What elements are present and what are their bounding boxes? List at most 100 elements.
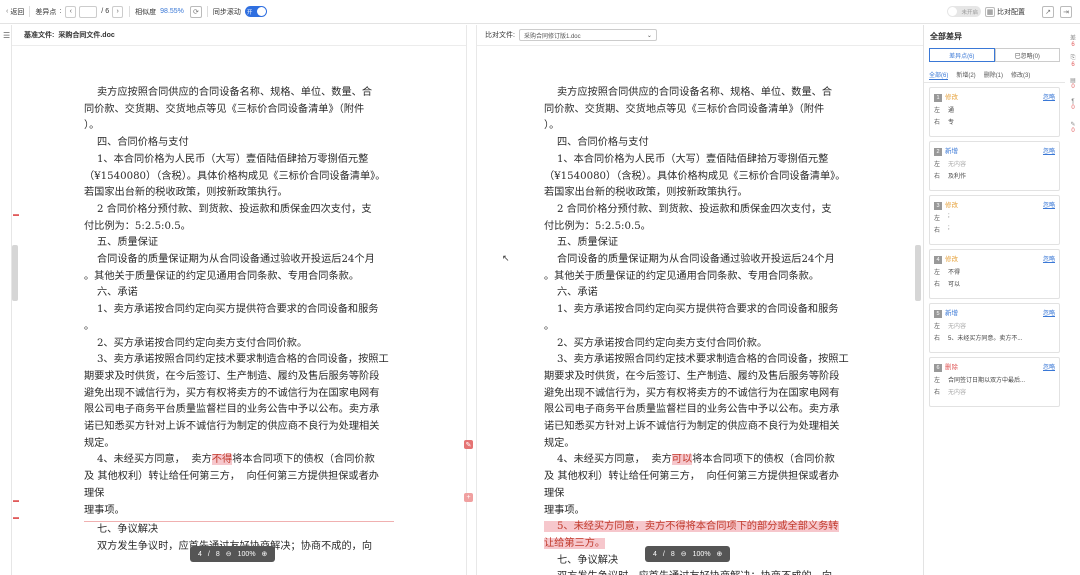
filter-added[interactable]: 新增(2) [956,70,975,80]
diff-number: 6 [934,364,942,372]
compare-file-select[interactable]: 采购合同修订版1.doc ⌄ [518,29,657,41]
diff-card[interactable]: 1 修改 忽略左通右专 [929,87,1060,137]
doc-line: 及 其他权利）转让给任何第三方， 向任何第三方提供担保或者办 [544,471,839,483]
doc-line: 理保 [544,487,565,499]
mouse-cursor-icon: ↖ [502,253,510,263]
menu-icon[interactable]: ☰ [3,31,10,40]
diff-right-row: 右 无内容 [934,387,1055,396]
rail-item[interactable]: ✎ 0 [1068,121,1078,134]
filter-deleted[interactable]: 删除(1) [984,70,1003,80]
diff-right-row: 右专 [934,117,1055,126]
filter-modified[interactable]: 修改(3) [1011,70,1030,80]
doc-line: 。其他关于质量保证的约定见通用合同条款、专用合同条款。 [84,270,360,282]
diff-marker: ▬ [13,515,19,521]
diff-card[interactable]: 6 删除 忽略左 合同签订日期以双方中最后... 右 无内容 [929,357,1060,407]
doc-line: 限公司电子商务平台质量监督栏目的业务公告中予以公布。卖方承 [544,404,840,416]
compare-document-text: 卖方应按照合同供应的合同设备名称、规格、单位、数量、合 同价款、交货期、交货地点等… [544,85,849,575]
ignore-button[interactable]: 忽略 [1043,92,1055,101]
diff-card-header: 4 修改 忽略 [934,253,1055,264]
doc-line: 六、承诺 [84,287,138,299]
diff-highlight: 让给第三方。 [544,537,606,549]
export-icon[interactable]: ↗ [1042,5,1054,18]
diff-type: 新增 [945,310,958,317]
added-line[interactable]: 5、未经买方同意，卖方不得将本合同项下的部分或全部义务转 [544,519,849,536]
doc-line: 付比例为：5:2.5:0.5。 [544,220,651,232]
diff-marker: ▬ [13,498,19,504]
diff-list-panel: 全部差异 差异点(6) 已忽略(0) 全部(6) 新增(2) 删除(1) 修改(… [923,25,1065,575]
rail-item[interactable]: ⎘ 6 [1068,55,1078,68]
diff-card[interactable]: 3 修改 忽略左; 右; [929,195,1060,245]
diff-type: 修改 [945,94,958,101]
diff-index-input[interactable] [79,5,98,18]
rail-item[interactable]: ¶ 0 [1068,99,1078,111]
diff-card-title: 4 修改 [934,253,958,264]
tab-differences[interactable]: 差异点(6) [929,48,995,62]
diff-right-row: 右 可以 [934,279,1055,288]
diff-add-icon[interactable]: + [464,493,473,502]
side-label: 左 [934,216,941,222]
doc-line: 四、合同价格与支付 [544,137,649,149]
compare-file-header: 比对文件: 采购合同修订版1.doc ⌄ [477,25,923,45]
divider [129,6,131,17]
option-toggle[interactable]: 未开启 [947,6,981,17]
diff-highlight[interactable]: 不得 [211,454,233,466]
compare-config-button[interactable]: 比对配置 [997,7,1025,17]
ignore-button[interactable]: 忽略 [1043,362,1055,371]
doc-line: 理事项。 [84,504,125,516]
doc-line: 2 合同价格分预付款、到货款、投运款和质保金四次支付，支 [544,203,832,215]
refresh-icon[interactable]: ⟳ [189,5,202,18]
ignore-button[interactable]: 忽略 [1043,200,1055,209]
prev-diff-button[interactable]: ‹ [65,5,77,18]
zoom-out-icon[interactable]: ⊖ [681,550,687,558]
diff-left-value: 通 [948,108,955,114]
doc-line: 诺已知悉买方针对上诉不诚信行为制定的供应商不良行为处理相关 [544,421,840,433]
diff-card[interactable]: 2 新增 忽略左 无内容右 及利作 [929,141,1060,191]
diff-right-value: 专 [948,120,955,126]
base-document-pane: 基准文件: 采购合同文件.doc 卖方应按照合同供应的合同设备名称、规格、单位、… [12,25,466,575]
side-label: 左 [934,108,941,114]
toggle-knob [256,7,266,16]
diff-highlight[interactable]: 可以 [671,454,693,466]
side-label: 右 [934,390,941,396]
top-toolbar: ‹ 返回 差异点 : ‹ / 6 › 相似度 98.55% ⟳ 同步滚动 开 未… [0,0,1080,24]
doc-line: 1、卖方承诺按合同约定向买方提供符合要求的合同设备和服务 [84,304,379,316]
diff-right-row: 右; [934,225,1055,234]
config-icon[interactable]: ▦ [985,6,995,17]
rail-icon: ✎ [1070,122,1076,128]
doc-line: 合同设备的质量保证期为从合同设备通过验收开投运后24个月 [84,254,375,266]
right-scrollbar-thumb[interactable] [915,245,921,301]
doc-line: 六、承诺 [544,287,598,299]
diff-label-colon: : [59,8,62,15]
filter-all[interactable]: 全部(6) [929,70,949,80]
ignore-button[interactable]: 忽略 [1043,308,1055,317]
left-scrollbar-thumb[interactable] [12,245,18,301]
doc-line: 3、卖方承诺按照合同约定技术要求制造合格的合同设备，按照工 [84,354,389,366]
diff-card[interactable]: 5 新增 忽略左 无内容右 5、未经买方同意。卖方不... [929,303,1060,353]
doc-line: 合同设备的质量保证期为从合同设备通过验收开投运后24个月 [544,254,835,266]
diff-jump-icon[interactable]: ✎ [464,440,473,449]
rail-count: 0 [1071,128,1075,134]
zoom-out-icon[interactable]: ⊖ [226,550,232,558]
rail-item[interactable]: 差6 [1068,33,1078,48]
ignore-button[interactable]: 忽略 [1043,254,1055,263]
rail-item[interactable]: ▤ 0 [1068,77,1078,90]
diff-card[interactable]: 4 修改 忽略左 不得右 可以 [929,249,1060,299]
doc-line: 限公司电子商务平台质量监督栏目的业务公告中予以公布。卖方承 [84,404,380,416]
diff-card-header: 6 删除 忽略 [934,361,1055,372]
base-document-text: 卖方应按照合同供应的合同设备名称、规格、单位、数量、合 同价款、交货期、交货地点等… [84,85,394,556]
next-diff-button[interactable]: › [112,5,124,18]
doc-line: 期要求及时供货，在今后签订、生产制造、履约及售后服务等阶段 [84,370,380,382]
collapse-icon[interactable]: ⇥ [1060,5,1072,18]
side-label: 左 [934,324,941,330]
ignore-button[interactable]: 忽略 [1043,146,1055,155]
compare-document-pane: 比对文件: 采购合同修订版1.doc ⌄ 卖方应按照合同供应的合同设备名称、规格… [477,25,923,575]
zoom-in-icon[interactable]: ⊕ [262,550,268,558]
chevron-down-icon: ⌄ [646,32,652,39]
back-button[interactable]: ‹ 返回 [0,0,24,24]
tab-ignored[interactable]: 已忽略(0) [994,48,1060,62]
doc-text: 4、未经买方同意， 卖方 [84,454,212,466]
doc-line: 规定。 [544,437,575,449]
zoom-in-icon[interactable]: ⊕ [717,550,723,558]
doc-line: 2、买方承诺按合同约定向卖方支付合同价款。 [544,337,768,349]
sync-scroll-toggle[interactable]: 开 [244,6,267,17]
